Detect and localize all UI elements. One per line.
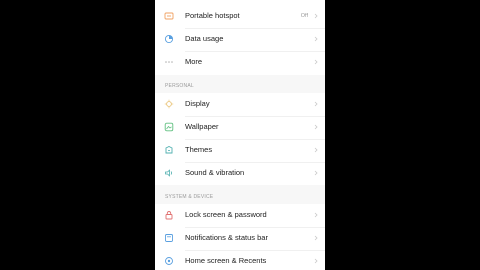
settings-item-label: Data usage — [185, 34, 224, 43]
personal-settings-group: Display Wallpaper Themes Sound & vibrati… — [155, 93, 325, 185]
settings-item-label: Display — [185, 99, 210, 108]
sound-icon — [164, 168, 174, 178]
settings-item-lock-screen-password[interactable]: Lock screen & password — [155, 204, 325, 227]
more-dots-icon — [164, 57, 174, 67]
settings-item-more[interactable]: More — [155, 51, 325, 74]
settings-item-home-screen-recents[interactable]: Home screen & Recents — [155, 250, 325, 270]
chevron-right-icon — [313, 34, 319, 44]
settings-item-value: Off — [300, 13, 308, 19]
lock-icon — [164, 210, 174, 220]
data-usage-icon — [164, 34, 174, 44]
home-screen-icon — [164, 256, 174, 266]
chevron-right-icon — [313, 256, 319, 266]
settings-item-label: Home screen & Recents — [185, 256, 267, 265]
chevron-right-icon — [313, 99, 319, 109]
settings-item-wallpaper[interactable]: Wallpaper — [155, 116, 325, 139]
settings-item-label: Wallpaper — [185, 122, 219, 131]
chevron-right-icon — [313, 122, 319, 132]
settings-item-notifications-status-bar[interactable]: Notifications & status bar — [155, 227, 325, 250]
wallpaper-icon — [164, 122, 174, 132]
settings-item-label: More — [185, 57, 203, 66]
settings-screen: Portable hotspot Off Data usage More PER… — [155, 0, 325, 270]
settings-item-label: Sound & vibration — [185, 168, 245, 177]
chevron-right-icon — [313, 233, 319, 243]
section-header-personal: PERSONAL — [165, 83, 194, 89]
settings-item-label: Notifications & status bar — [185, 233, 268, 242]
section-header-system-device: SYSTEM & DEVICE — [165, 194, 214, 200]
chevron-right-icon — [313, 210, 319, 220]
settings-item-themes[interactable]: Themes — [155, 139, 325, 162]
display-icon — [164, 99, 174, 109]
system-device-settings-group: Lock screen & password Notifications & s… — [155, 204, 325, 270]
settings-item-label: Themes — [185, 145, 213, 154]
settings-item-label: Lock screen & password — [185, 210, 267, 219]
notifications-icon — [164, 233, 174, 243]
settings-item-sound-vibration[interactable]: Sound & vibration — [155, 162, 325, 185]
themes-icon — [164, 145, 174, 155]
settings-item-portable-hotspot[interactable]: Portable hotspot Off — [155, 5, 325, 28]
chevron-right-icon — [313, 11, 319, 21]
chevron-right-icon — [313, 57, 319, 67]
network-settings-group: Portable hotspot Off Data usage More — [155, 0, 325, 75]
chevron-right-icon — [313, 145, 319, 155]
settings-item-label: Portable hotspot — [185, 11, 240, 20]
hotspot-icon — [164, 11, 174, 21]
chevron-right-icon — [313, 168, 319, 178]
settings-item-display[interactable]: Display — [155, 93, 325, 116]
settings-item-data-usage[interactable]: Data usage — [155, 28, 325, 51]
